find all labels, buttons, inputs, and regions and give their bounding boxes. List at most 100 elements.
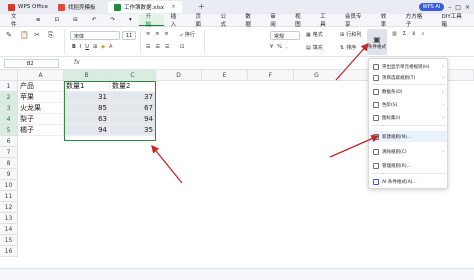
format-button[interactable]: ▦ 格式	[306, 31, 323, 39]
border-icon[interactable]: ⊞	[93, 44, 97, 50]
sort-button[interactable]: ⇅ 排序	[340, 44, 356, 52]
filter-icon[interactable]: ⊻	[412, 31, 416, 37]
table-cell[interactable]: 苹果	[18, 92, 64, 103]
menu-item-data-bars[interactable]: 数据条(D) ›	[369, 86, 447, 97]
menu-item-ai-conditional-format[interactable]: AI 条件格式(A)...	[369, 176, 447, 187]
column-header[interactable]: D	[156, 70, 202, 81]
row-header[interactable]: 8	[0, 158, 18, 169]
column-header[interactable]: F	[248, 70, 294, 81]
row-header[interactable]: 6	[0, 136, 18, 147]
column-header[interactable]: A	[18, 70, 64, 81]
menu-tab-data[interactable]: 数据	[238, 14, 263, 28]
column-header[interactable]: G	[294, 70, 340, 81]
table-cell[interactable]: 梨子	[18, 114, 64, 125]
align-top-icon[interactable]: ≡	[146, 31, 150, 37]
bold-icon[interactable]: B	[72, 44, 76, 50]
row-header[interactable]: 2	[0, 92, 18, 103]
menu-tab-formula[interactable]: 公式	[213, 14, 238, 28]
minimize-icon[interactable]: –	[448, 4, 451, 11]
find-icon[interactable]: ⌕	[422, 31, 425, 37]
column-header[interactable]: B	[64, 70, 110, 81]
italic-icon[interactable]: I	[80, 44, 81, 50]
menu-item-clear-rules[interactable]: 清除规则(C) ›	[369, 146, 447, 157]
table-cell[interactable]: 67	[110, 103, 156, 114]
font-size-select[interactable]: 11	[122, 31, 136, 40]
number-format-select[interactable]: 常规	[270, 31, 300, 40]
row-header[interactable]: 5	[0, 125, 18, 136]
menu-icon[interactable]: ⊟	[66, 15, 85, 26]
copy-button[interactable]: ⎘	[48, 31, 54, 40]
table-cell[interactable]: 产品	[18, 81, 64, 92]
align-center-icon[interactable]: ☰	[155, 44, 159, 50]
wps-ai-button[interactable]: WPS AI	[418, 3, 445, 11]
table-cell[interactable]: 火龙果	[18, 103, 64, 114]
table-cell[interactable]: 数量1	[64, 81, 110, 92]
align-left-icon[interactable]: ☰	[146, 44, 150, 50]
close-tab-icon[interactable]: ×	[171, 4, 176, 10]
menu-item-highlight-rules[interactable]: 突出显示单元格规则(H) ›	[369, 61, 447, 72]
fill-color-icon[interactable]: ◆	[101, 44, 105, 50]
row-header[interactable]: 15	[0, 235, 18, 246]
undo-icon[interactable]: ↶	[85, 15, 104, 26]
menu-tab-view[interactable]: 视图	[288, 14, 313, 28]
font-name-select[interactable]: 宋体	[70, 31, 120, 40]
select-all-corner[interactable]	[0, 70, 18, 81]
menu-tab-member[interactable]: 会员专享	[338, 14, 374, 28]
currency-icon[interactable]: ¥	[270, 44, 273, 50]
tab-docer[interactable]: 找稻壳模板	[52, 1, 102, 13]
menu-item-icon-sets[interactable]: 图标集(I) ›	[369, 112, 447, 123]
table-cell[interactable]: 94	[110, 114, 156, 125]
menu-tab-efficiency[interactable]: 效率	[374, 14, 399, 28]
menu-tab-tools[interactable]: 工具	[313, 14, 338, 28]
menu-tab-ffcell[interactable]: 方方格子	[399, 14, 435, 28]
menu-tab-diy[interactable]: DIY工具箱	[435, 14, 474, 28]
row-header[interactable]: 16	[0, 246, 18, 257]
maximize-icon[interactable]: □	[455, 4, 461, 11]
row-header[interactable]: 7	[0, 147, 18, 158]
tab-wps-office[interactable]: WPS Office	[2, 1, 54, 13]
wrap-button[interactable]: ⤶ 换行	[180, 31, 195, 39]
cell-style-icon[interactable]: ▥	[392, 31, 397, 37]
thousands-icon[interactable]: ,	[286, 44, 288, 50]
row-header[interactable]: 12	[0, 202, 18, 213]
table-cell[interactable]: 35	[110, 125, 156, 136]
menu-item[interactable]: 文件	[4, 14, 29, 28]
redo-icon[interactable]: ↷	[103, 15, 122, 26]
conditional-format-button[interactable]: ▣ 条件格式	[367, 29, 387, 55]
row-header[interactable]: 13	[0, 213, 18, 224]
sum-icon[interactable]: Σ	[403, 31, 406, 37]
row-header[interactable]: 3	[0, 103, 18, 114]
row-header[interactable]: 4	[0, 114, 18, 125]
column-header[interactable]: E	[202, 70, 248, 81]
row-header[interactable]: 11	[0, 191, 18, 202]
fill-button[interactable]: ▤ 填充	[306, 44, 323, 52]
paste-button[interactable]: 📋	[20, 31, 29, 39]
align-bottom-icon[interactable]: ≡	[164, 31, 168, 37]
column-header[interactable]: C	[110, 70, 156, 81]
align-middle-icon[interactable]: ≡	[155, 31, 159, 37]
table-cell[interactable]: 橘子	[18, 125, 64, 136]
rowcol-button[interactable]: ⊞ 行和列	[340, 31, 361, 39]
percent-icon[interactable]: %	[277, 44, 282, 50]
menu-item-color-scales[interactable]: 色阶(S) ›	[369, 99, 447, 110]
table-cell[interactable]: 37	[110, 92, 156, 103]
new-tab-button[interactable]: +	[198, 2, 205, 11]
row-header[interactable]: 14	[0, 224, 18, 235]
row-header[interactable]: 10	[0, 180, 18, 191]
table-cell[interactable]: 85	[64, 103, 110, 114]
table-cell[interactable]: 94	[64, 125, 110, 136]
table-cell[interactable]: 数量2	[110, 81, 156, 92]
cut-button[interactable]: ✂	[34, 31, 40, 39]
name-box[interactable]: B2	[4, 59, 59, 68]
menu-tab-insert[interactable]: 插入	[164, 14, 189, 28]
close-window-icon[interactable]: ×	[465, 4, 470, 11]
menu-icon[interactable]: ≡	[29, 15, 48, 26]
menu-tab-home[interactable]: 开始	[138, 14, 164, 28]
menu-item-manage-rules[interactable]: 管理规则(R)...	[369, 160, 447, 171]
menu-item-new-rule[interactable]: 新建规则(N)...	[369, 131, 447, 142]
table-cell[interactable]: 31	[64, 92, 110, 103]
align-right-icon[interactable]: ☰	[165, 44, 169, 50]
menu-more-icon[interactable]: ▾	[122, 15, 139, 26]
table-cell[interactable]: 63	[64, 114, 110, 125]
fx-icon[interactable]: fx	[74, 59, 80, 66]
